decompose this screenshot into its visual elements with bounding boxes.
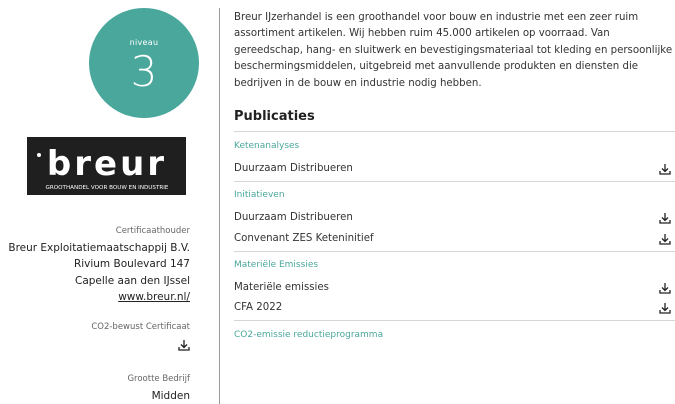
divider bbox=[234, 181, 675, 182]
description-line: assortiment artikelen. Wij hebben ruim 4… bbox=[234, 28, 610, 40]
co2-certificate-caption: CO2-bewust Certificaat bbox=[91, 322, 190, 332]
divider bbox=[234, 320, 675, 321]
level-label: niveau bbox=[129, 38, 159, 47]
publication-title[interactable]: Duurzaam Distribueren bbox=[234, 212, 353, 223]
description-line: Breur IJzerhandel is een groothandel voo… bbox=[234, 12, 639, 23]
publications-heading: Publicaties bbox=[234, 109, 315, 124]
publication-title[interactable]: Convenant ZES Keteninitief bbox=[234, 233, 374, 244]
download-icon[interactable] bbox=[659, 212, 671, 224]
category-ketenanalyses[interactable]: Ketenanalyses bbox=[234, 141, 299, 151]
category-co2-emissie-reductieprogramma[interactable]: CO2-emissie reductieprogramma bbox=[234, 330, 383, 340]
download-icon[interactable] bbox=[659, 163, 671, 175]
download-icon[interactable] bbox=[659, 302, 671, 314]
category-initiatieven[interactable]: Initiatieven bbox=[234, 190, 285, 200]
divider bbox=[234, 131, 675, 132]
download-icon[interactable] bbox=[659, 282, 671, 294]
company-size: Grootte Bedrijf Midden bbox=[127, 371, 190, 404]
certificate-holder: Certificaathouder Breur Exploitatiemaats… bbox=[8, 223, 190, 306]
description-line: gereedschap, hang- en sluitwerk en beves… bbox=[234, 44, 673, 56]
company-logo: breur GROOTHANDEL VOOR BOUW EN INDUSTRIE bbox=[27, 137, 186, 195]
level-value: 3 bbox=[130, 47, 158, 96]
divider bbox=[234, 251, 675, 252]
category-materiele-emissies[interactable]: Materiële Emissies bbox=[234, 260, 318, 270]
download-icon[interactable] bbox=[178, 339, 190, 351]
company-address: Rivium Boulevard 147 bbox=[73, 258, 190, 270]
left-panel: niveau 3 breur GROOTHANDEL VOOR BOUW EN … bbox=[0, 0, 212, 404]
vertical-divider bbox=[219, 8, 220, 404]
company-name: Breur Exploitatiemaatschappij B.V. bbox=[8, 241, 190, 254]
publication-title[interactable]: Duurzaam Distribueren bbox=[234, 163, 353, 174]
description-line: bedrijven in de bouw en industrie nodig … bbox=[234, 77, 482, 89]
publication-item: CFA 2022 bbox=[234, 300, 675, 316]
publication-title[interactable]: Materiële emissies bbox=[234, 282, 329, 293]
level-badge: niveau 3 bbox=[89, 8, 199, 118]
company-description: Breur IJzerhandel is een groothandel voo… bbox=[234, 10, 675, 92]
publication-item: Duurzaam Distribueren bbox=[234, 210, 675, 226]
description-line: beschermingsmiddelen, uitgebreid met aan… bbox=[234, 61, 639, 73]
co2-certificate: CO2-bewust Certificaat bbox=[91, 319, 190, 357]
company-size-value: Midden bbox=[151, 389, 190, 402]
main-content: Breur IJzerhandel is een groothandel voo… bbox=[234, 0, 675, 404]
company-website-link[interactable]: www.breur.nl/ bbox=[8, 289, 190, 306]
certificate-holder-caption: Certificaathouder bbox=[115, 226, 190, 236]
publication-item: Materiële emissies bbox=[234, 280, 675, 296]
download-icon[interactable] bbox=[659, 233, 671, 245]
logo-wordmark: breur bbox=[47, 144, 167, 184]
publication-item: Duurzaam Distribueren bbox=[234, 161, 675, 177]
company-city: Capelle aan den IJssel bbox=[74, 274, 190, 287]
publication-title[interactable]: CFA 2022 bbox=[234, 302, 282, 313]
company-size-caption: Grootte Bedrijf bbox=[127, 374, 190, 384]
publication-item: Convenant ZES Keteninitief bbox=[234, 231, 675, 247]
logo-tagline: GROOTHANDEL VOOR BOUW EN INDUSTRIE bbox=[46, 185, 169, 191]
